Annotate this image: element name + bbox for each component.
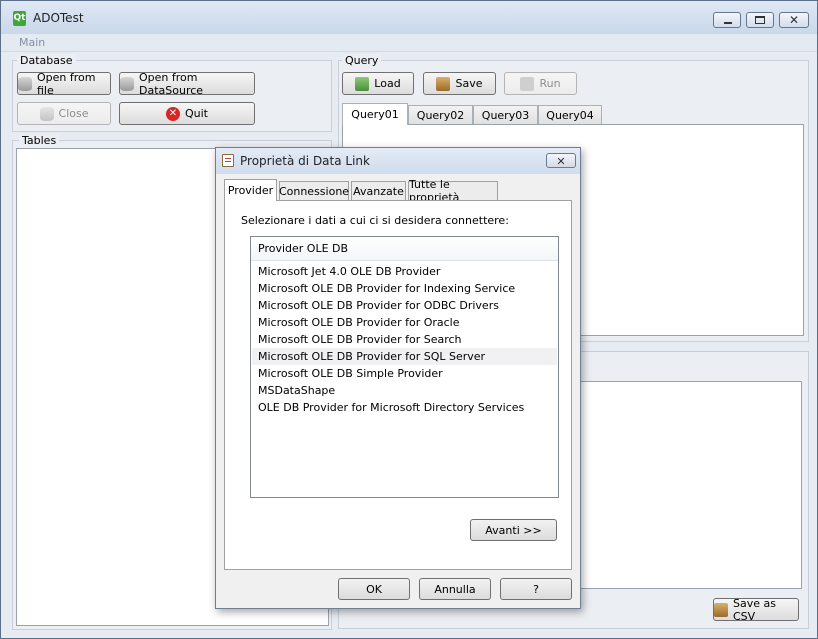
tab-avanzate[interactable]: Avanzate [351,181,406,200]
database-icon [120,76,134,91]
quit-label: Quit [185,107,208,120]
tab-query04-label: Query04 [546,109,594,122]
list-item[interactable]: OLE DB Provider for Microsoft Directory … [258,399,554,416]
help-label: ? [533,582,539,596]
ok-button[interactable]: OK [338,578,410,600]
tab-query04[interactable]: Query04 [538,105,602,125]
list-item-highlighted[interactable]: Microsoft OLE DB Provider for SQL Server [252,348,557,365]
list-item[interactable]: Microsoft OLE DB Provider for ODBC Drive… [258,297,554,314]
load-label: Load [374,77,401,90]
tables-group-title: Tables [19,134,60,147]
main-window: Qt ADOTest ✕ Main Database Open from fil… [0,0,818,639]
database-icon [18,76,32,91]
close-icon: ✕ [789,13,800,27]
open-from-datasource-label: Open from DataSource [139,70,204,97]
tab-query02[interactable]: Query02 [408,105,473,125]
tab-query03[interactable]: Query03 [473,105,538,125]
tab-connessione-label: Connessione [278,184,350,198]
provider-instruction: Selezionare i dati a cui ci si desidera … [241,214,509,227]
provider-tab-page: Selezionare i dati a cui ci si desidera … [224,200,572,570]
help-button[interactable]: ? [500,578,572,600]
provider-list-header[interactable]: Provider OLE DB [251,237,558,261]
load-icon [355,76,370,91]
minimize-button[interactable] [713,12,741,28]
load-button[interactable]: Load [342,72,414,95]
ok-label: OK [366,582,382,596]
tab-query03-label: Query03 [481,109,530,122]
qt-app-icon: Qt [13,11,26,26]
tab-query01[interactable]: Query01 [342,103,408,125]
next-button[interactable]: Avanti >> [470,519,557,541]
list-item[interactable]: Microsoft OLE DB Provider for Indexing S… [258,280,554,297]
tab-tutte-le-proprieta[interactable]: Tutte le proprietà [408,178,498,204]
data-link-icon [222,154,234,167]
quit-icon: ✕ [166,106,180,121]
save-as-csv-button[interactable]: Save as CSV [713,596,799,623]
tab-query01-label: Query01 [351,108,399,121]
maximize-icon [755,16,765,24]
query-group-title: Query [342,54,382,67]
tab-connessione[interactable]: Connessione [279,181,349,200]
save-csv-icon [714,602,728,617]
tab-avanzate-label: Avanzate [353,184,404,198]
dialog-close-button[interactable]: ✕ [546,153,576,168]
title-bar [1,1,817,34]
list-item[interactable]: Microsoft OLE DB Simple Provider [258,365,554,382]
save-label: Save [455,77,483,90]
open-from-file-label: Open from file [37,70,96,97]
save-icon [436,76,451,91]
run-label: Run [539,77,561,90]
tab-provider[interactable]: Provider [224,179,277,201]
list-item[interactable]: Microsoft OLE DB Provider for Oracle [258,314,554,331]
close-icon: ✕ [556,155,566,168]
close-db-label: Close [58,107,89,120]
save-button[interactable]: Save [423,72,496,95]
save-as-csv-label: Save as CSV [733,596,776,623]
window-title: ADOTest [33,11,84,25]
data-link-dialog: Proprietà di Data Link ✕ Provider Connes… [215,147,581,609]
minimize-icon [724,22,732,24]
database-group-title: Database [17,54,76,67]
cancel-button[interactable]: Annulla [419,578,491,600]
provider-list[interactable]: Provider OLE DB Microsoft Jet 4.0 OLE DB… [250,236,559,498]
cancel-label: Annulla [434,582,476,596]
open-from-file-button[interactable]: Open from file [17,70,111,97]
quit-button[interactable]: ✕ Quit [119,102,255,125]
list-item[interactable]: Microsoft OLE DB Provider for Search [258,331,554,348]
menu-bar [1,34,817,52]
list-item[interactable]: MSDataShape [258,382,554,399]
run-button[interactable]: Run [504,72,577,95]
tab-query02-label: Query02 [416,109,465,122]
open-from-datasource-button[interactable]: Open from DataSource [119,70,255,97]
menu-main[interactable]: Main [19,36,45,49]
run-icon [520,76,535,91]
tab-provider-label: Provider [227,184,274,197]
database-close-icon [39,106,54,121]
maximize-button[interactable] [746,12,774,28]
close-window-button[interactable]: ✕ [779,12,809,28]
dialog-title: Proprietà di Data Link [240,154,370,168]
next-button-label: Avanti >> [485,523,542,537]
list-item[interactable]: Microsoft Jet 4.0 OLE DB Provider [258,263,554,280]
close-db-button[interactable]: Close [17,102,111,125]
